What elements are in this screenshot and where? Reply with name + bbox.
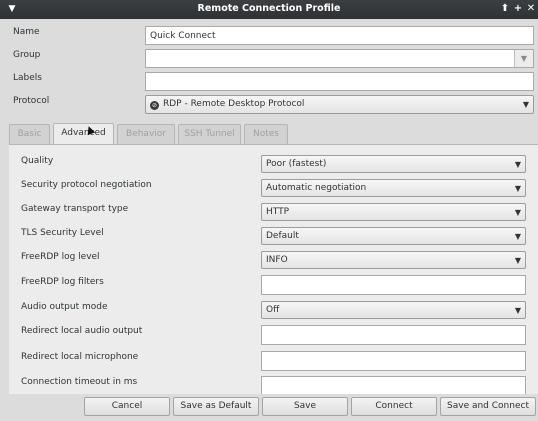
freerdp-log-level-label: FreeRDP log level — [21, 252, 100, 262]
connection-timeout-label: Connection timeout in ms — [21, 377, 138, 387]
protocol-select[interactable]: ⊘ RDP - Remote Desktop Protocol ▼ — [145, 95, 534, 114]
tab-advanced[interactable]: Advanced — [53, 123, 114, 145]
chevron-down-icon: ▼ — [514, 306, 521, 315]
shade-up-icon[interactable]: ⬆ — [499, 3, 511, 15]
tls-security-level-select[interactable]: Default ▼ — [261, 227, 526, 245]
gateway-transport-select[interactable]: HTTP ▼ — [261, 203, 526, 221]
save-button[interactable]: Save — [262, 397, 348, 416]
cancel-button[interactable]: Cancel — [84, 397, 170, 416]
chevron-down-icon: ▼ — [514, 160, 521, 169]
tab-behavior[interactable]: Behavior — [117, 124, 175, 144]
security-negotiation-label: Security protocol negotiation — [21, 180, 152, 190]
rdp-protocol-icon: ⊘ — [150, 101, 159, 110]
protocol-label: Protocol — [13, 96, 50, 106]
maximize-icon[interactable]: + — [512, 3, 524, 15]
connection-timeout-input[interactable] — [261, 376, 526, 395]
chevron-down-icon: ▼ — [514, 256, 521, 265]
audio-output-mode-value: Off — [266, 305, 280, 315]
security-negotiation-value: Automatic negotiation — [266, 183, 367, 193]
tls-security-level-label: TLS Security Level — [21, 228, 104, 238]
quality-select[interactable]: Poor (fastest) ▼ — [261, 155, 526, 173]
redirect-audio-output-input[interactable] — [261, 325, 526, 345]
redirect-audio-output-label: Redirect local audio output — [21, 326, 143, 336]
group-combo-entry[interactable]: ▼ — [145, 49, 534, 68]
freerdp-log-level-value: INFO — [266, 255, 288, 265]
window-title: Remote Connection Profile — [197, 3, 341, 14]
freerdp-log-level-select[interactable]: INFO ▼ — [261, 251, 526, 269]
freerdp-log-filters-label: FreeRDP log filters — [21, 277, 104, 287]
dialog-button-bar: Cancel Save as Default Save Connect Save… — [0, 394, 538, 421]
chevron-down-icon: ▼ — [522, 100, 529, 109]
tab-ssh-tunnel[interactable]: SSH Tunnel — [178, 124, 241, 144]
gateway-transport-label: Gateway transport type — [21, 204, 129, 214]
gateway-transport-value: HTTP — [266, 207, 290, 217]
name-input[interactable]: Quick Connect — [145, 26, 534, 45]
redirect-microphone-input[interactable] — [261, 351, 526, 371]
chevron-down-icon: ▼ — [514, 208, 521, 217]
tab-notes[interactable]: Notes — [244, 124, 288, 144]
chevron-down-icon: ▼ — [514, 184, 521, 193]
tab-basic[interactable]: Basic — [9, 124, 50, 144]
security-negotiation-select[interactable]: Automatic negotiation ▼ — [261, 179, 526, 197]
chevron-down-icon: ▼ — [514, 232, 521, 241]
audio-output-mode-label: Audio output mode — [21, 302, 108, 312]
tls-security-level-value: Default — [266, 231, 299, 241]
labels-label: Labels — [13, 73, 42, 83]
advanced-panel: Quality Poor (fastest) ▼ Security protoco… — [9, 144, 538, 395]
protocol-value: RDP - Remote Desktop Protocol — [163, 99, 305, 109]
labels-input[interactable] — [145, 72, 534, 91]
close-icon[interactable]: ✕ — [525, 3, 537, 15]
redirect-microphone-label: Redirect local microphone — [21, 352, 139, 362]
group-dropdown-icon[interactable]: ▼ — [514, 50, 533, 67]
audio-output-mode-select[interactable]: Off ▼ — [261, 301, 526, 319]
name-label: Name — [13, 27, 40, 37]
title-bar[interactable]: ▼ Remote Connection Profile ⬆ + ✕ — [0, 0, 538, 19]
quality-value: Poor (fastest) — [266, 159, 327, 169]
freerdp-log-filters-input[interactable] — [261, 275, 526, 295]
group-label: Group — [13, 50, 41, 60]
remote-connection-profile-window: ▼ Remote Connection Profile ⬆ + ✕ Name Q… — [0, 0, 538, 421]
save-and-connect-button[interactable]: Save and Connect — [440, 397, 536, 416]
connect-button[interactable]: Connect — [351, 397, 437, 416]
quality-label: Quality — [21, 156, 54, 166]
save-as-default-button[interactable]: Save as Default — [173, 397, 259, 416]
